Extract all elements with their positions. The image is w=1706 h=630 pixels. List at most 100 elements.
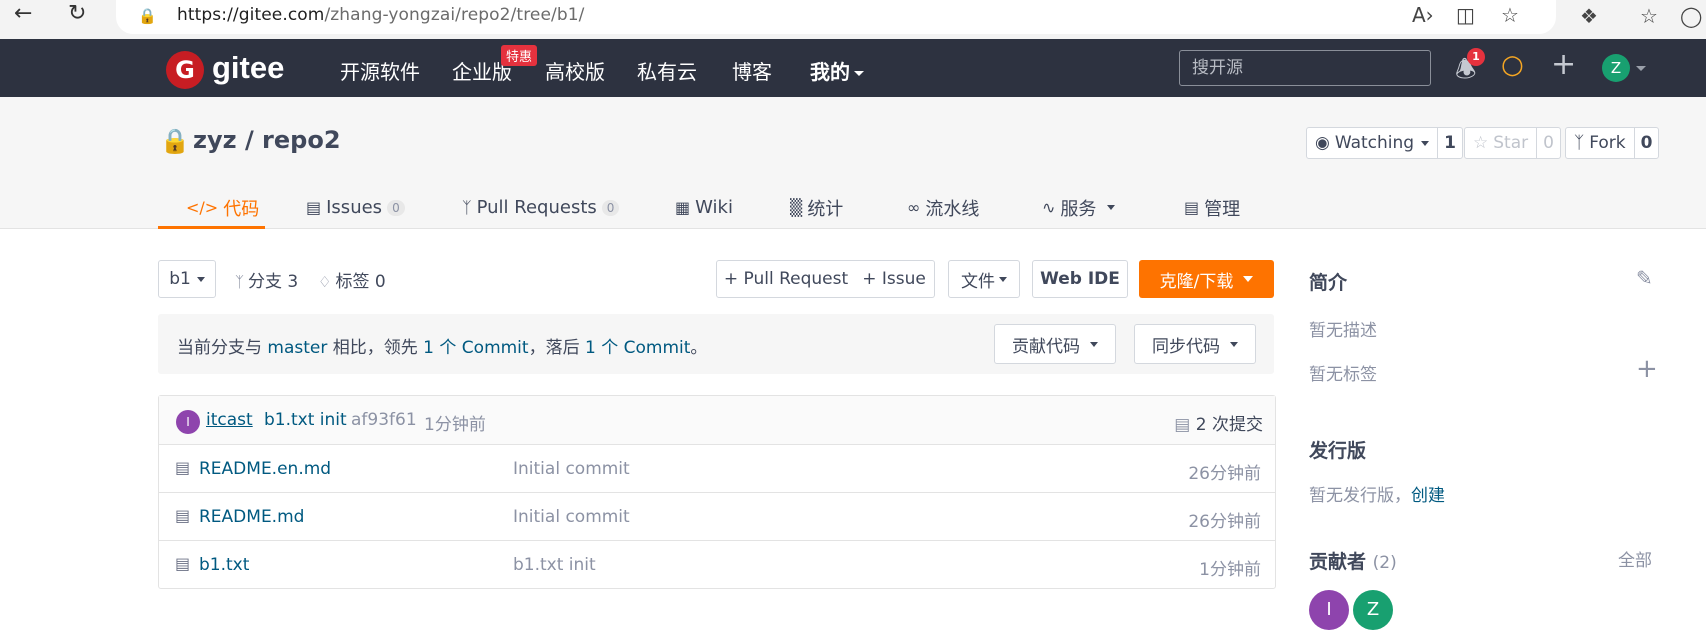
- chevron-down-icon: [999, 276, 1007, 282]
- service-icon: ∿: [1042, 198, 1056, 217]
- chevron-down-icon: [1107, 205, 1116, 210]
- chevron-down-icon: [854, 71, 864, 76]
- latest-commit-row: I itcast b1.txt init af93f61 1分钟前 ▤ 2 次提…: [159, 396, 1275, 445]
- chevron-down-icon[interactable]: [1636, 66, 1646, 71]
- repo-header: 🔒 zyz / repo2 ◉ Watching 1 ☆ Star 0 ᛉ Fork …: [0, 97, 1706, 229]
- menu-mine[interactable]: 我的: [810, 56, 864, 85]
- clone-download-button[interactable]: 克隆/下载: [1139, 260, 1274, 298]
- tab-issues[interactable]: ▤ Issues 0: [306, 189, 405, 226]
- compare-text: 当前分支与 master 相比，领先 1 个 Commit，落后 1 个 Com…: [177, 338, 708, 358]
- new-issue-button[interactable]: + Issue: [854, 260, 935, 298]
- fork-button[interactable]: ᛉ Fork 0: [1565, 127, 1660, 159]
- menu-education[interactable]: 高校版: [545, 56, 605, 85]
- ahead-commits-link[interactable]: 1 个 Commit: [423, 338, 528, 358]
- watch-count[interactable]: 1: [1437, 128, 1462, 158]
- contributor-avatar[interactable]: Z: [1353, 590, 1393, 630]
- menu-blog[interactable]: 博客: [732, 56, 772, 85]
- commit-author-avatar[interactable]: I: [176, 410, 200, 434]
- fork-count[interactable]: 0: [1633, 128, 1659, 158]
- pull-request-icon: ᛉ: [462, 198, 472, 217]
- manage-icon: ▤: [1184, 198, 1200, 217]
- add-tag-plus-icon[interactable]: +: [1636, 354, 1658, 384]
- table-row: ▤ README.en.md Initial commit 26分钟前: [159, 445, 1275, 493]
- contributors-title: 贡献者 (2): [1309, 551, 1397, 573]
- file-commit-time: 26分钟前: [1188, 464, 1261, 484]
- chevron-down-icon: [1090, 341, 1098, 347]
- back-arrow-icon[interactable]: ←: [14, 0, 32, 30]
- profile-icon[interactable]: ◯: [1680, 4, 1702, 28]
- file-icon: ▤: [175, 506, 191, 525]
- file-name-link[interactable]: README.md: [199, 507, 304, 527]
- user-avatar[interactable]: Z: [1602, 54, 1630, 82]
- browser-toolbar: ← ↻ 🔒 https://gitee.com/zhang-yongzai/re…: [0, 0, 1706, 39]
- menu-open-source[interactable]: 开源软件: [340, 56, 420, 85]
- web-ide-button[interactable]: Web IDE: [1032, 260, 1128, 298]
- repo-title[interactable]: zyz / repo2: [193, 126, 341, 154]
- file-icon: ▤: [175, 554, 191, 573]
- chevron-down-icon: [196, 276, 205, 282]
- search-box[interactable]: [1179, 50, 1431, 86]
- plus-icon[interactable]: +: [1551, 47, 1576, 82]
- commit-message-link[interactable]: b1.txt init: [264, 410, 347, 430]
- file-commit-message[interactable]: Initial commit: [513, 459, 630, 479]
- tab-wiki[interactable]: ▦ Wiki: [675, 189, 733, 226]
- tab-pull-requests[interactable]: ᛉ Pull Requests 0: [462, 189, 620, 226]
- star-button[interactable]: ☆ Star 0: [1464, 127, 1561, 159]
- file-list: I itcast b1.txt init af93f61 1分钟前 ▤ 2 次提…: [158, 395, 1276, 589]
- file-name-link[interactable]: README.en.md: [199, 459, 331, 479]
- commit-count-link[interactable]: ▤ 2 次提交: [1174, 410, 1263, 435]
- contributor-avatar[interactable]: I: [1309, 590, 1349, 630]
- commit-history-icon: ▤: [1174, 415, 1191, 435]
- pipeline-icon: ∞: [907, 198, 921, 217]
- watch-button[interactable]: ◉ Watching 1: [1306, 127, 1463, 159]
- menu-private-cloud[interactable]: 私有云: [637, 56, 697, 85]
- table-row: ▤ README.md Initial commit 26分钟前: [159, 493, 1275, 541]
- tab-manage[interactable]: ▤ 管理: [1184, 189, 1240, 226]
- stats-icon: ▒: [790, 198, 803, 217]
- file-dropdown[interactable]: 文件: [948, 260, 1020, 298]
- fork-icon: ᛉ: [1574, 133, 1585, 153]
- notification-badge: 1: [1467, 48, 1485, 66]
- url-text[interactable]: https://gitee.com/zhang-yongzai/repo2/tr…: [177, 5, 585, 25]
- address-bar[interactable]: 🔒 https://gitee.com/zhang-yongzai/repo2/…: [116, 0, 1556, 34]
- table-row: ▤ b1.txt b1.txt init 1分钟前: [159, 541, 1275, 588]
- no-tags-text: 暂无标签: [1309, 365, 1377, 385]
- search-input[interactable]: [1190, 57, 1424, 79]
- tab-stats[interactable]: ▒ 统计: [790, 189, 843, 226]
- tags-link[interactable]: ♢ 标签 0: [318, 267, 386, 292]
- tab-pipeline[interactable]: ∞ 流水线: [907, 189, 979, 226]
- chevron-down-icon: [1230, 341, 1238, 347]
- eye-icon: ◉: [1315, 133, 1330, 153]
- tab-code[interactable]: </> 代码: [158, 189, 266, 229]
- file-commit-message[interactable]: b1.txt init: [513, 555, 596, 575]
- read-aloud-icon[interactable]: A›: [1412, 3, 1434, 27]
- favorites-icon[interactable]: ☆: [1640, 4, 1658, 28]
- commit-sha-link[interactable]: af93f61: [351, 410, 417, 430]
- sync-code-button[interactable]: 同步代码: [1134, 324, 1256, 364]
- master-branch-link[interactable]: master: [267, 338, 327, 358]
- refresh-icon[interactable]: ↻: [68, 0, 86, 30]
- branches-link[interactable]: ᛉ 分支 3: [235, 267, 298, 292]
- branch-select[interactable]: b1: [158, 260, 216, 298]
- chevron-down-icon: [1421, 140, 1430, 146]
- file-icon: ▤: [175, 458, 191, 477]
- contribute-code-button[interactable]: 贡献代码: [994, 324, 1116, 364]
- branch-compare-bar: 当前分支与 master 相比，领先 1 个 Commit，落后 1 个 Com…: [158, 314, 1274, 374]
- commit-author-link[interactable]: itcast: [206, 410, 253, 430]
- chevron-down-icon: [1243, 276, 1254, 282]
- gitee-logo[interactable]: G gitee: [160, 46, 320, 90]
- favorite-star-icon[interactable]: ☆: [1501, 3, 1519, 27]
- commit-time: 1分钟前: [424, 415, 486, 435]
- lightbulb-icon[interactable]: ○: [1501, 50, 1524, 80]
- tab-service[interactable]: ∿ 服务: [1042, 189, 1116, 226]
- new-pull-request-button[interactable]: + Pull Request: [716, 260, 856, 298]
- star-count[interactable]: 0: [1536, 128, 1560, 158]
- file-commit-message[interactable]: Initial commit: [513, 507, 630, 527]
- all-contributors-link[interactable]: 全部: [1618, 546, 1652, 571]
- file-name-link[interactable]: b1.txt: [199, 555, 249, 575]
- extensions-icon[interactable]: ❖: [1580, 4, 1598, 28]
- split-screen-icon[interactable]: ◫: [1456, 3, 1475, 27]
- create-release-link[interactable]: 创建: [1411, 486, 1445, 506]
- behind-commits-link[interactable]: 1 个 Commit: [585, 338, 690, 358]
- edit-icon[interactable]: ✎: [1636, 266, 1653, 290]
